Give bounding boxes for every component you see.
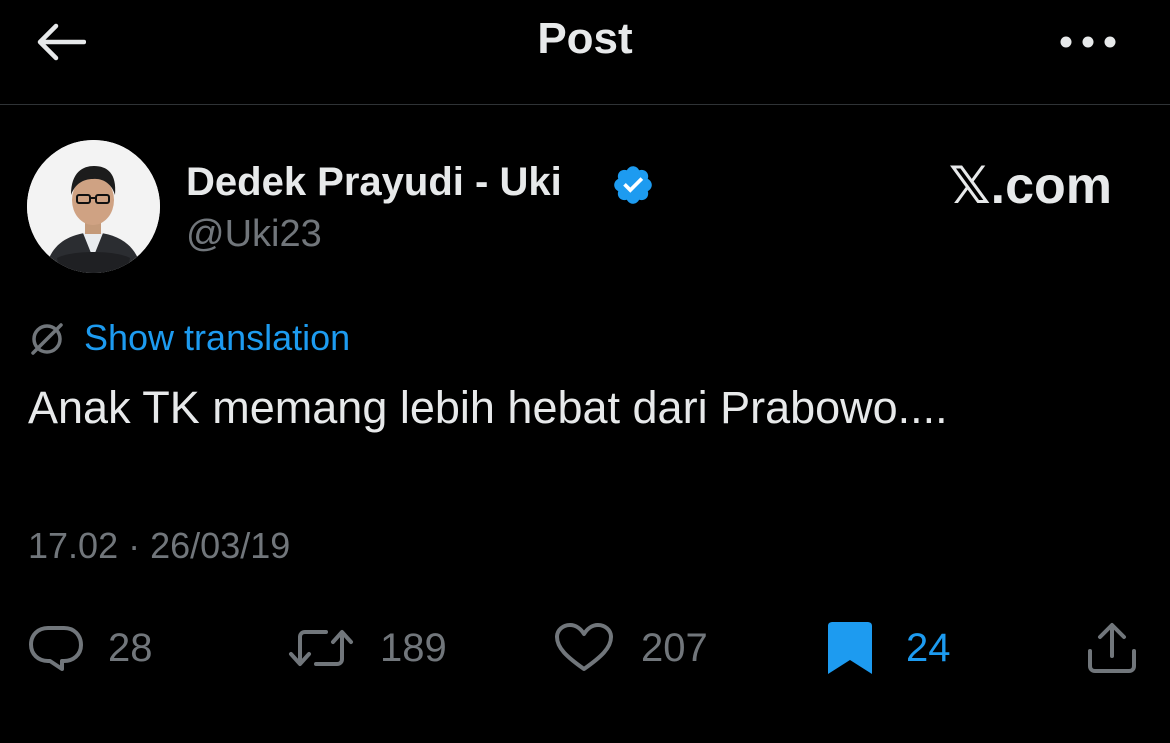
reply-button[interactable]: 28 xyxy=(28,620,153,676)
more-horizontal-icon xyxy=(1059,35,1117,49)
brand-watermark: 𝕏.com xyxy=(948,157,1112,215)
like-button[interactable]: 207 xyxy=(553,620,708,676)
globe-slash-icon xyxy=(28,320,66,358)
verified-badge-icon xyxy=(611,163,655,207)
share-button[interactable] xyxy=(1085,620,1139,676)
post-time: 17.02 xyxy=(28,525,119,566)
show-translation-link[interactable]: Show translation xyxy=(84,317,350,359)
post-text: Anak TK memang lebih hebat dari Prabowo.… xyxy=(28,382,948,433)
back-button[interactable] xyxy=(30,18,90,66)
timestamp-separator: · xyxy=(128,525,141,566)
heart-outline-icon xyxy=(553,622,615,674)
speech-bubble-icon xyxy=(28,623,84,673)
bookmark-filled-icon xyxy=(824,620,876,676)
like-count: 207 xyxy=(641,625,708,670)
post-date: 26/03/19 xyxy=(150,525,291,566)
more-options-button[interactable] xyxy=(1056,22,1120,62)
author-handle[interactable]: @Uki23 xyxy=(186,213,322,256)
repost-count: 189 xyxy=(380,625,447,670)
page-title: Post xyxy=(537,14,633,63)
post-timestamp[interactable]: 17.02 · 26/03/19 xyxy=(28,525,290,567)
author-name[interactable]: Dedek Prayudi - Uki xyxy=(186,160,562,205)
reply-count: 28 xyxy=(108,625,153,670)
repost-button[interactable]: 189 xyxy=(288,620,447,676)
arrow-left-icon xyxy=(34,22,86,62)
bookmark-count: 24 xyxy=(906,625,951,670)
repost-arrows-icon xyxy=(288,623,354,673)
avatar-photo xyxy=(27,140,160,273)
share-upload-icon xyxy=(1085,620,1139,676)
avatar[interactable] xyxy=(27,140,160,273)
bookmark-button[interactable]: 24 xyxy=(824,620,951,676)
top-bar: Post xyxy=(0,0,1170,105)
